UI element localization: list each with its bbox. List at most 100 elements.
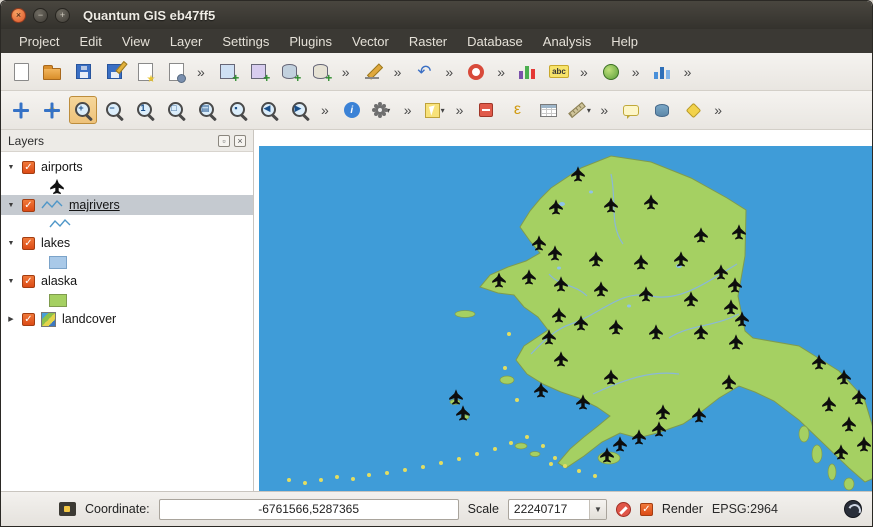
scale-dropdown-icon[interactable]: ▼ <box>589 500 606 519</box>
settings-button[interactable]: ▾ <box>369 96 397 124</box>
save-project-icon <box>76 64 91 79</box>
toolbar-extend-icon[interactable]: » <box>684 64 692 80</box>
toolbar-extend-icon[interactable]: » <box>342 64 350 80</box>
layer-checkbox[interactable]: ✓ <box>22 199 35 212</box>
layer-symbol-airplane <box>49 178 65 195</box>
measure-button[interactable]: ▾ <box>565 96 593 124</box>
zoom-next-button[interactable]: ▶ <box>286 96 314 124</box>
stop-render-icon[interactable] <box>616 502 631 517</box>
toolbar-extend-icon[interactable]: » <box>456 102 464 118</box>
zoom-to-layer-button[interactable]: ▤ <box>193 96 221 124</box>
map-tips-button[interactable] <box>617 96 645 124</box>
composer-manager-icon <box>169 63 184 81</box>
labeling-button[interactable]: abc <box>545 58 573 86</box>
menu-settings[interactable]: Settings <box>212 31 279 52</box>
toolbar-extend-icon[interactable]: » <box>321 102 329 118</box>
layer-row-lakes[interactable]: ▼✓lakes <box>1 233 253 253</box>
toolbar-extend-icon[interactable]: » <box>404 102 412 118</box>
toolbar-extend-icon[interactable]: » <box>497 64 505 80</box>
layer-checkbox[interactable]: ✓ <box>22 237 35 250</box>
toolbar-extend-icon[interactable]: » <box>394 64 402 80</box>
toolbar-extend-icon[interactable]: » <box>600 102 608 118</box>
close-panel-icon[interactable]: × <box>234 135 246 147</box>
expander-icon[interactable]: ▶ <box>6 315 16 323</box>
layer-checkbox[interactable]: ✓ <box>22 275 35 288</box>
capture-line-button[interactable] <box>359 58 387 86</box>
render-checkbox[interactable]: ✓ <box>640 503 653 516</box>
layer-row-alaska[interactable]: ▼✓alaska <box>1 271 253 291</box>
menu-edit[interactable]: Edit <box>69 31 111 52</box>
select-features-button[interactable]: ▾ <box>421 96 449 124</box>
zoom-to-selection-button[interactable]: ▪ <box>224 96 252 124</box>
float-panel-icon[interactable]: ▫ <box>218 135 230 147</box>
zoom-native-button[interactable]: 1 <box>131 96 159 124</box>
new-project-button[interactable] <box>7 58 35 86</box>
globe-plugin-icon <box>603 64 619 80</box>
coordinate-input[interactable] <box>159 499 459 520</box>
expander-icon[interactable]: ▼ <box>6 202 16 209</box>
globe-plugin-button[interactable] <box>597 58 625 86</box>
window-close-button[interactable]: × <box>11 8 26 23</box>
menu-view[interactable]: View <box>112 31 160 52</box>
menu-project[interactable]: Project <box>9 31 69 52</box>
add-raster-layer-button[interactable] <box>245 58 273 86</box>
measure-dropdown-icon[interactable]: ▾ <box>587 106 591 115</box>
add-postgis-layer-button[interactable] <box>276 58 304 86</box>
open-project-button[interactable] <box>38 58 66 86</box>
zoom-last-button[interactable]: ◀ <box>255 96 283 124</box>
toolbar-extend-icon[interactable]: » <box>580 64 588 80</box>
select-features-dropdown-icon[interactable]: ▾ <box>441 106 445 115</box>
show-bookmarks-button[interactable] <box>648 96 676 124</box>
menu-analysis[interactable]: Analysis <box>533 31 601 52</box>
layer-checkbox[interactable]: ✓ <box>22 313 35 326</box>
composer-manager-button[interactable] <box>162 58 190 86</box>
histogram-button[interactable] <box>514 58 542 86</box>
settings-dropdown-icon[interactable]: ▾ <box>386 106 390 115</box>
toolbar-extend-icon[interactable]: » <box>197 64 205 80</box>
diagram-overlay-button[interactable] <box>649 58 677 86</box>
new-bookmark-button[interactable] <box>679 96 707 124</box>
menu-layer[interactable]: Layer <box>160 31 213 52</box>
undo-button[interactable]: ↶ <box>410 58 438 86</box>
crs-status-icon[interactable] <box>844 500 862 518</box>
field-calculator-button[interactable]: ε <box>503 96 531 124</box>
attribute-table-button[interactable] <box>534 96 562 124</box>
deselect-features-button[interactable] <box>472 96 500 124</box>
new-print-composer-button[interactable] <box>131 58 159 86</box>
identify-button[interactable]: i <box>338 96 366 124</box>
add-vector-layer-button[interactable] <box>214 58 242 86</box>
map-canvas[interactable] <box>259 146 873 491</box>
window-minimize-button[interactable]: − <box>33 8 48 23</box>
save-project-button[interactable] <box>69 58 97 86</box>
zoom-out-button[interactable]: − <box>100 96 128 124</box>
expander-icon[interactable]: ▼ <box>6 240 16 247</box>
layer-row-majrivers[interactable]: ▼✓majrivers <box>1 195 253 215</box>
add-spatialite-layer-button[interactable] <box>307 58 335 86</box>
layer-row-landcover[interactable]: ▶✓landcover <box>1 309 253 329</box>
mouse-position-icon[interactable] <box>59 502 76 516</box>
toolbar-extend-icon[interactable]: » <box>714 102 722 118</box>
menu-bar: ProjectEditViewLayerSettingsPluginsVecto… <box>1 29 872 53</box>
expander-icon[interactable]: ▼ <box>6 278 16 285</box>
layer-row-airports[interactable]: ▼✓airports <box>1 157 253 177</box>
menu-plugins[interactable]: Plugins <box>279 31 342 52</box>
zoom-in-button[interactable]: + <box>69 96 97 124</box>
save-project-as-button[interactable] <box>100 58 128 86</box>
zoom-last-icon: ◀ <box>259 100 280 121</box>
scale-combobox[interactable]: 22240717 ▼ <box>508 499 607 520</box>
layer-checkbox[interactable]: ✓ <box>22 161 35 174</box>
help-contents-button[interactable] <box>462 58 490 86</box>
menu-vector[interactable]: Vector <box>342 31 399 52</box>
zoom-full-button[interactable]: □ <box>162 96 190 124</box>
toolbar-extend-icon[interactable]: » <box>445 64 453 80</box>
pan-map-icon <box>10 99 32 121</box>
add-vector-layer-icon <box>220 64 235 79</box>
menu-raster[interactable]: Raster <box>399 31 457 52</box>
window-maximize-button[interactable]: + <box>55 8 70 23</box>
toolbar-extend-icon[interactable]: » <box>632 64 640 80</box>
expander-icon[interactable]: ▼ <box>6 164 16 171</box>
menu-help[interactable]: Help <box>601 31 648 52</box>
pan-to-selection-button[interactable] <box>38 96 66 124</box>
menu-database[interactable]: Database <box>457 31 533 52</box>
pan-map-button[interactable] <box>7 96 35 124</box>
